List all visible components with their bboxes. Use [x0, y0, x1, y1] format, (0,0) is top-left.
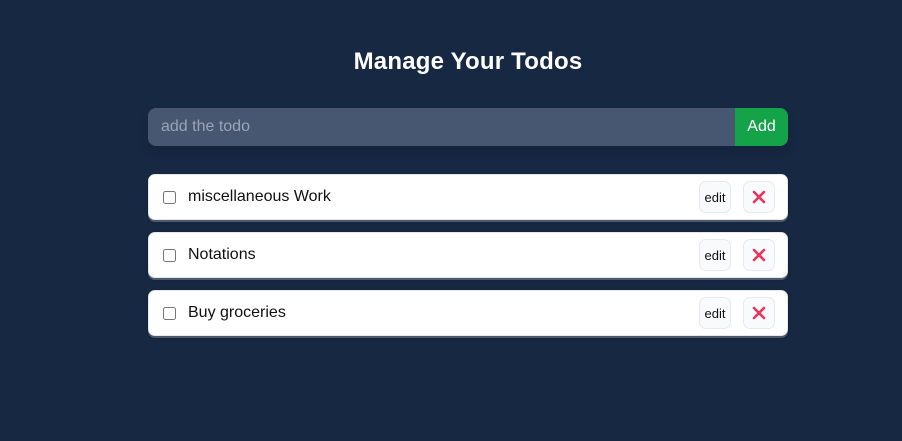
page-title: Manage Your Todos [353, 48, 583, 75]
todo-text: Buy groceries [188, 304, 286, 321]
todo-item: Buy groceries edit [148, 290, 788, 336]
todo-app: Manage Your Todos Add miscellaneous Work… [148, 44, 788, 336]
todo-checkbox[interactable] [163, 190, 176, 204]
add-todo-form: Add [148, 108, 788, 146]
todo-checkbox[interactable] [163, 248, 176, 262]
delete-button[interactable] [743, 297, 775, 329]
edit-button[interactable]: edit [699, 297, 731, 329]
delete-button[interactable] [743, 239, 775, 271]
todo-checkbox[interactable] [163, 306, 176, 320]
todo-text: miscellaneous Work [188, 188, 331, 205]
todo-list: miscellaneous Work edit Notations edit B… [148, 174, 788, 348]
todo-item: miscellaneous Work edit [148, 174, 788, 220]
delete-button[interactable] [743, 181, 775, 213]
edit-button[interactable]: edit [699, 181, 731, 213]
add-button[interactable]: Add [735, 108, 788, 146]
todo-input[interactable] [148, 108, 735, 146]
todo-item: Notations edit [148, 232, 788, 278]
close-icon [752, 190, 766, 204]
close-icon [752, 248, 766, 262]
close-icon [752, 306, 766, 320]
edit-button[interactable]: edit [699, 239, 731, 271]
todo-text: Notations [188, 246, 256, 263]
